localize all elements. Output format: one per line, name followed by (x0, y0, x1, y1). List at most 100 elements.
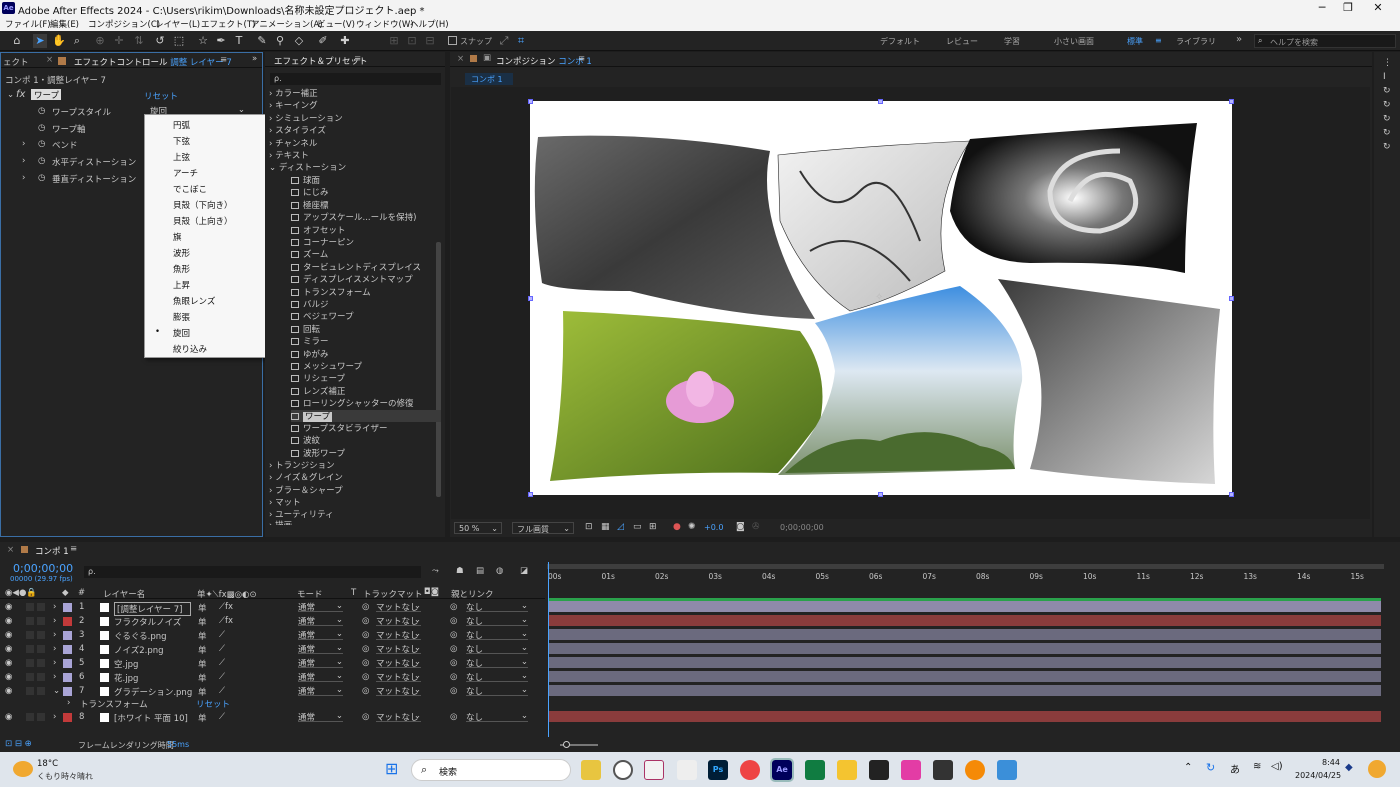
track-matte-dropdown[interactable]: マットなし ⌄ (376, 601, 421, 613)
effect-item[interactable]: リシェープ (291, 372, 345, 384)
quality-switch-icon[interactable]: ⟋ (219, 630, 225, 640)
pickwhip-icon[interactable]: ◎ (450, 644, 457, 654)
help-search-input[interactable]: ⌕ ヘルプを検索 (1254, 34, 1396, 48)
menu-item-shell-upper[interactable]: 貝殻（上向き） (173, 215, 233, 227)
track-matte-dropdown[interactable]: マットなし ⌄ (376, 615, 421, 627)
parent-dropdown[interactable]: なし ⌄ (466, 643, 528, 655)
pickwhip-icon[interactable]: ◎ (450, 658, 457, 668)
tab-project[interactable]: ェクト (3, 56, 29, 68)
effect-item[interactable]: ディスプレイスメントマップ (291, 273, 413, 285)
pickwhip-icon[interactable]: ◎ (450, 672, 457, 682)
color-channel-icon[interactable]: ● (673, 522, 681, 532)
after-effects-icon[interactable]: Ae (770, 758, 794, 782)
wifi-icon[interactable]: ≋ (1253, 761, 1261, 772)
app-icon[interactable] (901, 760, 921, 780)
quality-dropdown[interactable]: フル画質 ⌄ (512, 522, 574, 534)
effect-item[interactable]: ミラー (291, 335, 329, 347)
shy-switch-icon[interactable]: 单 (198, 712, 207, 724)
matte-link-icon[interactable]: ◎ (362, 644, 369, 654)
guides-icon[interactable]: ▭ (633, 522, 642, 532)
stopwatch-icon[interactable]: ◷ (38, 156, 45, 166)
menu-item-rise[interactable]: 上昇 (173, 279, 190, 291)
fx-toggle[interactable]: fx (16, 89, 25, 100)
layer-row[interactable]: ◉ › 6 花.jpg 单 ⟋ 通常 ⌄ ◎ マットなし ⌄ ◎ なし ⌄ (0, 670, 545, 684)
effect-item[interactable]: ワープスタビライザー (291, 422, 388, 434)
windows-start-icon[interactable]: ⊞ (385, 761, 398, 777)
quality-switch-icon[interactable]: ⟋ (219, 672, 225, 682)
tool-icon[interactable]: ↻ (1383, 114, 1391, 124)
tray-sync-icon[interactable]: ↻ (1206, 761, 1215, 774)
transform-handle[interactable] (528, 296, 533, 301)
timeline-search-input[interactable]: ρ. (84, 566, 421, 578)
category-text[interactable]: › テキスト (269, 149, 309, 161)
stopwatch-icon[interactable]: ◷ (38, 173, 45, 183)
workspace-libraries[interactable]: ライブラリ (1176, 36, 1216, 47)
expand-arrow-icon[interactable]: › (53, 630, 56, 640)
eraser-tool-icon[interactable]: ◇ (292, 34, 306, 48)
mode-dropdown[interactable]: 通常 ⌄ (298, 629, 343, 641)
quality-switch-icon[interactable]: ⟋fx (219, 616, 233, 626)
effect-item[interactable]: 球面 (291, 174, 320, 186)
file-app-icon[interactable] (581, 760, 601, 780)
shy-switch-icon[interactable]: 单 (198, 602, 207, 614)
blender-icon[interactable] (965, 760, 985, 780)
lock-icon[interactable] (470, 55, 477, 62)
track-matte-dropdown[interactable]: マットなし ⌄ (376, 657, 421, 669)
menu-animation[interactable]: アニメーション(A) (251, 18, 323, 30)
solo-toggle[interactable] (26, 687, 34, 695)
lock-toggle[interactable] (37, 645, 45, 653)
exposure-value[interactable]: +0.0 (704, 523, 723, 532)
label-color-swatch[interactable] (63, 713, 72, 722)
transform-handle[interactable] (528, 492, 533, 497)
solo-toggle[interactable] (26, 631, 34, 639)
brush-tool-icon[interactable]: ✎ (255, 34, 269, 48)
effect-item[interactable]: ローリングシャッターの修復 (291, 397, 414, 409)
category-color-correction[interactable]: › カラー補正 (269, 87, 318, 99)
label-color-swatch[interactable] (63, 659, 72, 668)
mode-dropdown[interactable]: 通常 ⌄ (298, 643, 343, 655)
layer-duration-bar[interactable] (549, 643, 1381, 654)
effect-item[interactable]: メッシュワープ (291, 360, 362, 372)
orbit-camera-icon[interactable]: ⊕ (93, 34, 107, 48)
shy-switch-icon[interactable]: 单 (198, 630, 207, 642)
weather-icon[interactable] (13, 761, 33, 777)
scrollbar[interactable] (436, 242, 441, 497)
playhead[interactable] (548, 562, 549, 737)
transform-handle[interactable] (878, 492, 883, 497)
parent-dropdown[interactable]: なし ⌄ (466, 685, 528, 697)
expand-arrow-icon[interactable]: › (53, 712, 56, 722)
category-transition[interactable]: › トランジション (269, 459, 335, 471)
axis-view-icon[interactable]: ⊟ (423, 34, 437, 48)
taskbar-search[interactable]: ⌕ 検索 (411, 759, 571, 781)
menu-item-wave[interactable]: 波形 (173, 247, 190, 259)
lock-toggle[interactable] (37, 673, 45, 681)
mode-dropdown[interactable]: 通常 ⌄ (298, 601, 343, 613)
expand-arrow-icon[interactable]: › (53, 616, 56, 626)
eye-icon[interactable]: ◉ (5, 672, 12, 682)
effect-item[interactable]: バルジ (291, 298, 329, 310)
shy-layers-icon[interactable]: ☗ (456, 566, 464, 576)
expand-arrow-icon[interactable]: › (22, 139, 25, 149)
pickwhip-icon[interactable]: ◎ (450, 602, 457, 612)
matte-link-icon[interactable]: ◎ (362, 616, 369, 626)
capcut-icon[interactable] (869, 760, 889, 780)
app-icon[interactable] (997, 760, 1017, 780)
effect-item[interactable]: ゆがみ (291, 348, 329, 360)
layer-row[interactable]: ◉ › 2 フラクタルノイズ 单 ⟋fx 通常 ⌄ ◎ マットなし ⌄ ◎ なし ⌄ (0, 614, 545, 628)
category-noise-grain[interactable]: › ノイズ＆グレイン (269, 471, 343, 483)
close-tab-icon[interactable]: × (46, 55, 53, 65)
pan-camera-icon[interactable]: ✛ (112, 34, 126, 48)
label-color-swatch[interactable] (63, 673, 72, 682)
transparency-grid-icon[interactable]: ▦ (601, 522, 610, 532)
layer-name[interactable]: 空.jpg (114, 658, 138, 670)
snap-checkbox[interactable] (448, 36, 457, 45)
text-tool-icon[interactable]: T (232, 34, 246, 48)
weather-desc[interactable]: くもり時々晴れ (37, 771, 93, 782)
layer-name[interactable]: フラクタルノイズ (114, 616, 181, 628)
parent-dropdown[interactable]: なし ⌄ (466, 671, 528, 683)
expand-arrow-icon[interactable]: › (53, 644, 56, 654)
effect-item[interactable]: レンズ補正 (291, 385, 345, 397)
effect-item[interactable]: ズーム (291, 248, 328, 260)
layer-row[interactable]: ◉ › 4 ノイズ2.png 单 ⟋ 通常 ⌄ ◎ マットなし ⌄ ◎ なし ⌄ (0, 642, 545, 656)
layer-duration-bar[interactable] (549, 615, 1381, 626)
